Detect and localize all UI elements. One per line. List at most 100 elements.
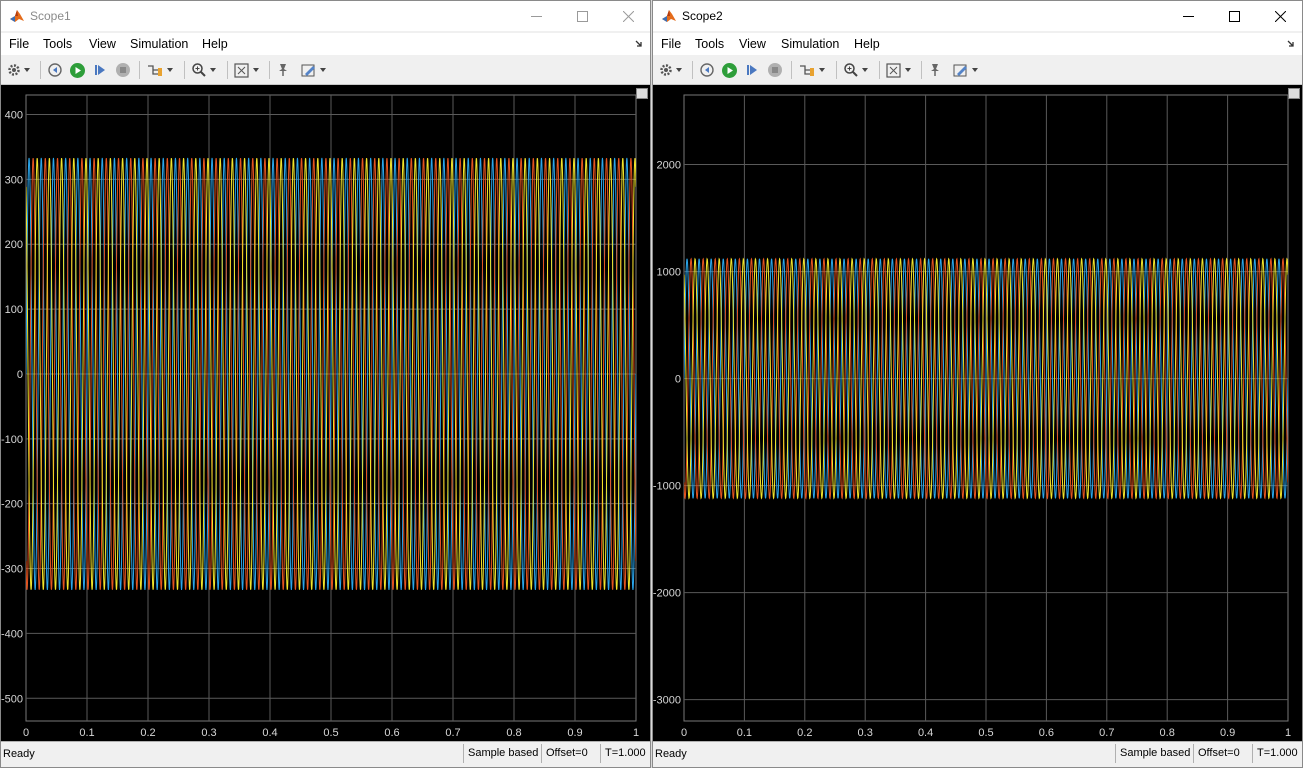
close-icon xyxy=(1274,10,1286,22)
zoom-icon xyxy=(844,63,858,77)
menu-tools[interactable]: Tools xyxy=(43,37,72,51)
toolbar xyxy=(653,56,1302,85)
y-tick-label: 1000 xyxy=(657,267,681,279)
title-bar[interactable]: Scope2 xyxy=(653,1,1302,31)
x-tick-label: 0.6 xyxy=(1039,727,1054,739)
x-tick-label: 0.1 xyxy=(79,727,94,739)
run-icon xyxy=(722,62,737,78)
run-button[interactable] xyxy=(721,61,738,79)
minimize-button[interactable] xyxy=(1165,1,1211,31)
menu-view[interactable]: View xyxy=(89,37,116,51)
scope2-plot-area[interactable]: 0 0.1 0.2 0.3 0.4 0.5 0.6 0.7 0.8 0.9 1 2000 1000 0 -1… xyxy=(653,85,1302,744)
stop-button[interactable] xyxy=(115,61,131,79)
status-time: T=1.000 xyxy=(1252,744,1298,763)
x-tick-label: 0.6 xyxy=(384,727,399,739)
scope1-plot-area[interactable]: 0 0.1 0.2 0.3 0.4 0.5 0.6 0.7 0.8 0.9 1 400 300 200 10… xyxy=(1,85,650,744)
zoom-icon xyxy=(192,63,206,77)
highlight-simulink-block-button[interactable] xyxy=(927,61,943,79)
menu-simulation[interactable]: Simulation xyxy=(781,37,839,51)
close-button[interactable] xyxy=(1257,1,1302,31)
stop-back-icon xyxy=(700,63,714,77)
x-tick-label: 0.2 xyxy=(140,727,155,739)
x-tick-label: 0.9 xyxy=(1220,727,1235,739)
configuration-button[interactable] xyxy=(659,61,682,79)
step-forward-icon xyxy=(747,65,757,75)
minimize-button[interactable] xyxy=(513,1,559,31)
stop-back-button[interactable] xyxy=(47,61,63,79)
x-tick-label: 0 xyxy=(681,727,687,739)
scope2-window: Scope2 File Tools View Simulation Help 0… xyxy=(652,0,1303,768)
toolbar xyxy=(1,56,650,85)
y-tick-label: 100 xyxy=(5,304,23,316)
configuration-button[interactable] xyxy=(7,61,30,79)
close-button[interactable] xyxy=(605,1,650,31)
run-button[interactable] xyxy=(69,61,86,79)
stop-back-button[interactable] xyxy=(699,61,715,79)
y-tick-label: -300 xyxy=(1,564,23,576)
stop-icon xyxy=(116,63,130,77)
maximize-button[interactable] xyxy=(559,1,605,31)
y-tick-label: 0 xyxy=(17,369,23,381)
x-tick-label: 0.7 xyxy=(445,727,460,739)
maximize-button[interactable] xyxy=(1211,1,1257,31)
x-tick-label: 0.9 xyxy=(567,727,582,739)
title-bar[interactable]: Scope1 xyxy=(1,1,650,31)
status-offset: Offset=0 xyxy=(541,744,588,763)
menu-expand-icon[interactable] xyxy=(634,38,644,48)
fit-to-view-icon xyxy=(886,62,901,78)
menu-view[interactable]: View xyxy=(739,37,766,51)
edit-icon xyxy=(301,64,315,76)
run-icon xyxy=(70,62,85,78)
pin-icon xyxy=(931,64,939,76)
zoom-button[interactable] xyxy=(191,61,216,79)
menu-file[interactable]: File xyxy=(661,37,681,51)
maximize-icon xyxy=(1228,10,1240,22)
window-title: Scope2 xyxy=(682,9,723,23)
y-tick-label: -1000 xyxy=(653,481,681,493)
minimize-icon xyxy=(530,15,542,17)
style-button[interactable] xyxy=(300,61,326,79)
scope1-axes[interactable]: 0 0.1 0.2 0.3 0.4 0.5 0.6 0.7 0.8 0.9 1 400 300 200 10… xyxy=(1,85,650,744)
dropdown-arrow-icon xyxy=(210,68,216,72)
status-sample-mode: Sample based xyxy=(1115,744,1190,763)
x-tick-label: 0.8 xyxy=(1160,727,1175,739)
minimize-icon xyxy=(1182,15,1194,17)
menu-simulation[interactable]: Simulation xyxy=(130,37,188,51)
menu-help[interactable]: Help xyxy=(202,37,228,51)
dropdown-arrow-icon xyxy=(862,68,868,72)
x-tick-label: 0.4 xyxy=(262,727,277,739)
x-tick-label: 0.7 xyxy=(1099,727,1114,739)
stop-button[interactable] xyxy=(767,61,783,79)
scale-axes-button[interactable] xyxy=(233,61,259,79)
y-tick-label: -200 xyxy=(1,499,23,511)
style-button[interactable] xyxy=(952,61,978,79)
menu-tools[interactable]: Tools xyxy=(695,37,724,51)
step-forward-button[interactable] xyxy=(92,61,108,79)
menu-bar: File Tools View Simulation Help xyxy=(653,33,1302,55)
step-forward-button[interactable] xyxy=(744,61,760,79)
menu-file[interactable]: File xyxy=(9,37,29,51)
signal-selector-button[interactable] xyxy=(146,61,173,79)
menu-expand-icon[interactable] xyxy=(1286,38,1296,48)
scale-axes-button[interactable] xyxy=(885,61,911,79)
y-tick-label: 400 xyxy=(5,109,23,121)
pin-icon xyxy=(279,64,287,76)
gear-icon xyxy=(660,64,672,76)
x-tick-label: 0 xyxy=(23,727,29,739)
step-forward-icon xyxy=(95,65,105,75)
status-bar: Ready Sample based Offset=0 T=1.000 xyxy=(653,741,1302,767)
status-ready: Ready xyxy=(3,748,35,760)
scope2-axes[interactable]: 0 0.1 0.2 0.3 0.4 0.5 0.6 0.7 0.8 0.9 1 2000 1000 0 -1… xyxy=(653,85,1302,744)
x-tick-label: 0.3 xyxy=(201,727,216,739)
zoom-button[interactable] xyxy=(843,61,868,79)
menu-help[interactable]: Help xyxy=(854,37,880,51)
maximize-icon xyxy=(576,10,588,22)
highlight-simulink-block-button[interactable] xyxy=(275,61,291,79)
stop-back-icon xyxy=(48,63,62,77)
dropdown-arrow-icon xyxy=(676,68,682,72)
dropdown-arrow-icon xyxy=(167,68,173,72)
dropdown-arrow-icon xyxy=(253,68,259,72)
close-icon xyxy=(622,10,634,22)
signal-selector-button[interactable] xyxy=(798,61,825,79)
x-tick-label: 0.5 xyxy=(323,727,338,739)
